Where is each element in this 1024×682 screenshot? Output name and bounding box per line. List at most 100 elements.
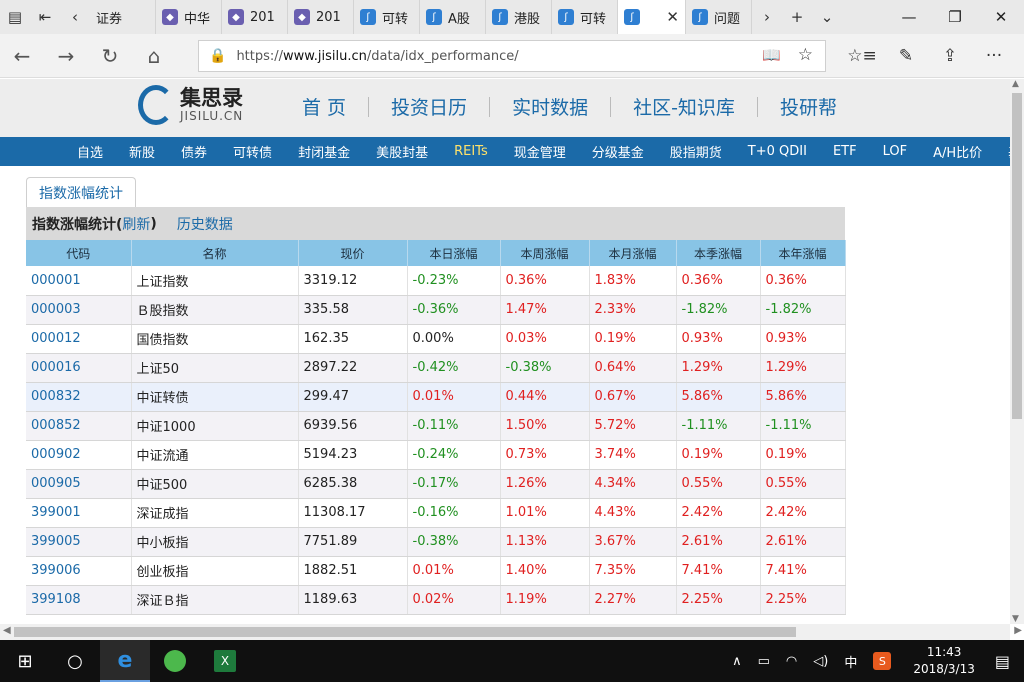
scroll-right-icon[interactable]: ▶	[1014, 625, 1022, 636]
tab-list-icon[interactable]: ▤	[0, 0, 30, 34]
change-cell: 0.36%	[500, 266, 590, 296]
tab-index-performance[interactable]: 指数涨幅统计	[26, 177, 136, 207]
taskbar-clock[interactable]: 11:43 2018/3/13	[899, 644, 989, 678]
index-code-link[interactable]: 399108	[26, 585, 132, 615]
back-button[interactable]: ←	[0, 44, 44, 68]
column-header-3[interactable]: 本日涨幅	[407, 240, 501, 266]
column-header-1[interactable]: 名称	[131, 240, 299, 266]
web-note-icon[interactable]: ✎	[884, 34, 928, 78]
main-nav-item-0[interactable]: 首 页	[280, 93, 368, 120]
sub-nav-item-2[interactable]: 债券	[168, 142, 220, 161]
browser-tab-7[interactable]: ʃ 可转	[552, 0, 618, 34]
index-code-link[interactable]: 399005	[26, 527, 132, 557]
sub-nav-item-1[interactable]: 新股	[116, 142, 168, 161]
sogou-ime-icon[interactable]: S	[873, 652, 892, 670]
index-code-link[interactable]: 399006	[26, 556, 132, 586]
main-nav-item-4[interactable]: 投研帮	[758, 93, 859, 120]
sub-nav-item-5[interactable]: 美股封基	[363, 142, 441, 161]
column-header-5[interactable]: 本月涨幅	[589, 240, 677, 266]
index-code-link[interactable]: 000832	[26, 382, 132, 412]
site-logo[interactable]: 集思录 JISILU.CN	[138, 85, 243, 125]
reading-view-icon[interactable]: 📖	[762, 46, 781, 64]
sub-nav-item-3[interactable]: 可转债	[220, 142, 285, 161]
action-center-icon[interactable]: ▤	[989, 652, 1024, 671]
sub-nav-item-7[interactable]: 现金管理	[501, 142, 579, 161]
index-code-link[interactable]: 000852	[26, 411, 132, 441]
change-cell: 0.93%	[676, 324, 761, 354]
main-nav-item-2[interactable]: 实时数据	[490, 93, 610, 120]
favorite-star-icon[interactable]: ☆	[798, 45, 813, 65]
index-code-link[interactable]: 399001	[26, 498, 132, 528]
refresh-link[interactable]: 刷新	[122, 214, 150, 234]
cortana-circle-icon[interactable]: ○	[50, 640, 100, 682]
set-aside-tabs-icon[interactable]: ⇤	[30, 0, 60, 34]
index-code-link[interactable]: 000012	[26, 324, 132, 354]
sub-nav-item-14[interactable]: 基	[995, 142, 1010, 161]
sub-nav-item-13[interactable]: A/H比价	[920, 142, 995, 161]
scroll-up-icon[interactable]: ▲	[1012, 79, 1019, 89]
index-code-link[interactable]: 000016	[26, 353, 132, 383]
show-hidden-icons-chevron-icon[interactable]: ∧	[724, 654, 750, 669]
scroll-left-icon[interactable]: ◀	[3, 625, 11, 636]
sub-nav-item-8[interactable]: 分级基金	[579, 142, 657, 161]
wifi-icon[interactable]: ◠	[778, 654, 805, 669]
browser-tab-5[interactable]: ʃ A股	[420, 0, 486, 34]
browser-tab-1[interactable]: ◆ 中华	[156, 0, 222, 34]
sub-nav-item-11[interactable]: ETF	[820, 144, 870, 159]
sub-nav-item-9[interactable]: 股指期货	[657, 142, 735, 161]
new-tab-icon[interactable]: +	[782, 0, 812, 34]
taskbar-edge-button[interactable]: e	[100, 640, 150, 682]
sub-nav-item-4[interactable]: 封闭基金	[285, 142, 363, 161]
index-code-link[interactable]: 000003	[26, 295, 132, 325]
tab-preview-toggle-icon[interactable]: ⌄	[812, 0, 842, 34]
sub-nav-item-6[interactable]: REITs	[441, 144, 501, 159]
browser-tab-8[interactable]: ʃ ✕	[618, 0, 686, 34]
column-header-7[interactable]: 本年涨幅	[760, 240, 846, 266]
browser-tab-0[interactable]: 证券	[90, 0, 156, 34]
more-menu-icon[interactable]: ···	[972, 34, 1016, 78]
column-header-2[interactable]: 现价	[298, 240, 408, 266]
column-header-0[interactable]: 代码	[26, 240, 132, 266]
column-header-6[interactable]: 本季涨幅	[676, 240, 761, 266]
scroll-tabs-left-icon[interactable]: ‹	[60, 0, 90, 34]
address-bar[interactable]: 🔒 https://www.jisilu.cn/data/idx_perform…	[198, 40, 826, 72]
favorites-hub-icon[interactable]: ☆≡	[840, 34, 884, 78]
index-code-link[interactable]: 000001	[26, 266, 132, 296]
column-header-4[interactable]: 本周涨幅	[500, 240, 590, 266]
browser-tab-6[interactable]: ʃ 港股	[486, 0, 552, 34]
sub-nav-item-12[interactable]: LOF	[870, 144, 921, 159]
browser-tab-3[interactable]: ◆ 201	[288, 0, 354, 34]
horizontal-scrollbar[interactable]: ◀ ▶	[0, 624, 1022, 640]
horizontal-scroll-thumb[interactable]	[14, 627, 796, 637]
history-data-link[interactable]: 历史数据	[177, 214, 233, 234]
jisilu-icon: ʃ	[624, 9, 640, 25]
minimize-button[interactable]: —	[886, 0, 932, 34]
index-code-link[interactable]: 000905	[26, 469, 132, 499]
share-icon[interactable]: ⇪	[928, 34, 972, 78]
browser-tab-4[interactable]: ʃ 可转	[354, 0, 420, 34]
main-nav-item-3[interactable]: 社区-知识库	[611, 93, 757, 120]
sub-nav-item-10[interactable]: T+0 QDII	[735, 144, 820, 159]
close-tab-icon[interactable]: ✕	[666, 8, 679, 26]
ime-language-indicator[interactable]: 中	[836, 652, 865, 671]
change-cell: 1.01%	[500, 498, 590, 528]
vertical-scrollbar[interactable]: ▲ ▼	[1010, 79, 1024, 624]
forward-button[interactable]: →	[44, 44, 88, 68]
taskbar-ie-button[interactable]	[150, 640, 200, 682]
browser-tab-2[interactable]: ◆ 201	[222, 0, 288, 34]
index-code-link[interactable]: 000902	[26, 440, 132, 470]
close-window-button[interactable]: ✕	[978, 0, 1024, 34]
main-nav-item-1[interactable]: 投资日历	[369, 93, 489, 120]
restore-button[interactable]: ❐	[932, 0, 978, 34]
start-windows-icon[interactable]: ⊞	[0, 640, 50, 682]
browser-tab-9[interactable]: ʃ 问题	[686, 0, 752, 34]
vertical-scroll-thumb[interactable]	[1012, 93, 1022, 419]
taskbar-excel-button[interactable]: X	[200, 640, 250, 682]
volume-icon[interactable]: ◁)	[805, 654, 836, 669]
sub-nav-item-0[interactable]: 自选	[64, 142, 116, 161]
scroll-down-icon[interactable]: ▼	[1012, 614, 1019, 624]
home-button[interactable]: ⌂	[132, 44, 176, 68]
scroll-tabs-right-icon[interactable]: ›	[752, 0, 782, 34]
refresh-button[interactable]: ↻	[88, 44, 132, 68]
battery-icon[interactable]: ▭	[750, 654, 778, 669]
